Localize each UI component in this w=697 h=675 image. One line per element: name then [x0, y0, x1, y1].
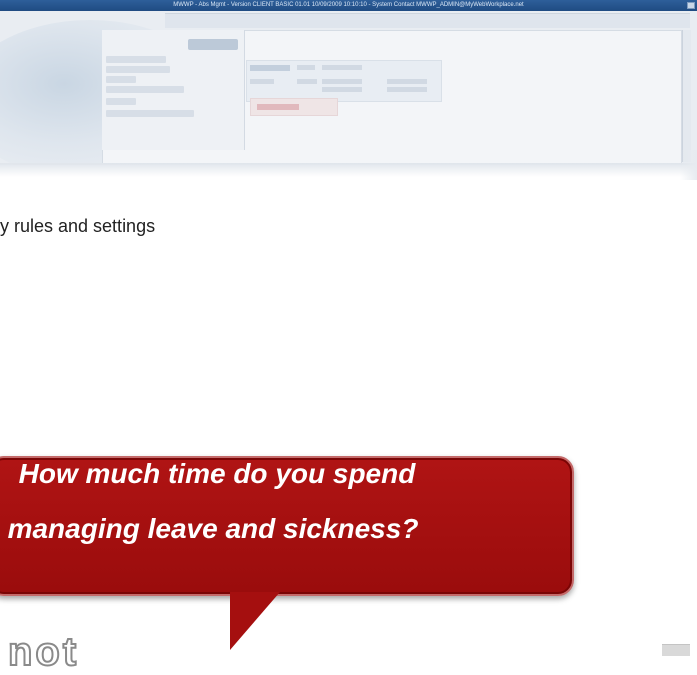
panel-button[interactable] — [188, 39, 238, 50]
panel-row — [106, 98, 136, 105]
panel-row — [106, 86, 184, 93]
close-icon[interactable] — [687, 2, 695, 9]
table-cell — [322, 87, 362, 92]
bottom-heading: not — [7, 629, 80, 675]
table-cell — [322, 65, 362, 70]
bubble-question-line2: managing leave and sickness? — [7, 513, 419, 544]
feature-text: y rules and settings — [0, 216, 156, 236]
table-cell — [250, 79, 274, 84]
table-cell — [297, 79, 317, 84]
data-table — [246, 60, 442, 102]
vertical-scrollbar[interactable] — [682, 30, 691, 162]
panel-row — [106, 56, 166, 63]
table-cell — [387, 87, 427, 92]
bubble-question-line1: How much time do you spend — [18, 458, 416, 489]
window-title: MWWP - Abs Mgmt - Version CLIENT BASIC 0… — [173, 2, 524, 8]
table-cell — [297, 65, 315, 70]
left-panel — [102, 30, 245, 150]
screenshot-edge-fade — [680, 150, 697, 180]
panel-row — [106, 110, 194, 117]
table-cell — [322, 79, 362, 84]
screenshot-shadow — [0, 163, 697, 177]
table-cell — [387, 79, 427, 84]
speech-bubble-tail — [230, 592, 280, 650]
table-header — [250, 65, 290, 71]
window-titlebar: MWWP - Abs Mgmt - Version CLIENT BASIC 0… — [0, 0, 697, 11]
panel-row — [106, 76, 136, 83]
action-link[interactable] — [250, 98, 338, 116]
app-screenshot: MWWP - Abs Mgmt - Version CLIENT BASIC 0… — [0, 0, 697, 165]
panel-row — [106, 66, 170, 73]
corner-thumbnail — [662, 644, 690, 656]
menubar-reflection — [165, 13, 690, 28]
